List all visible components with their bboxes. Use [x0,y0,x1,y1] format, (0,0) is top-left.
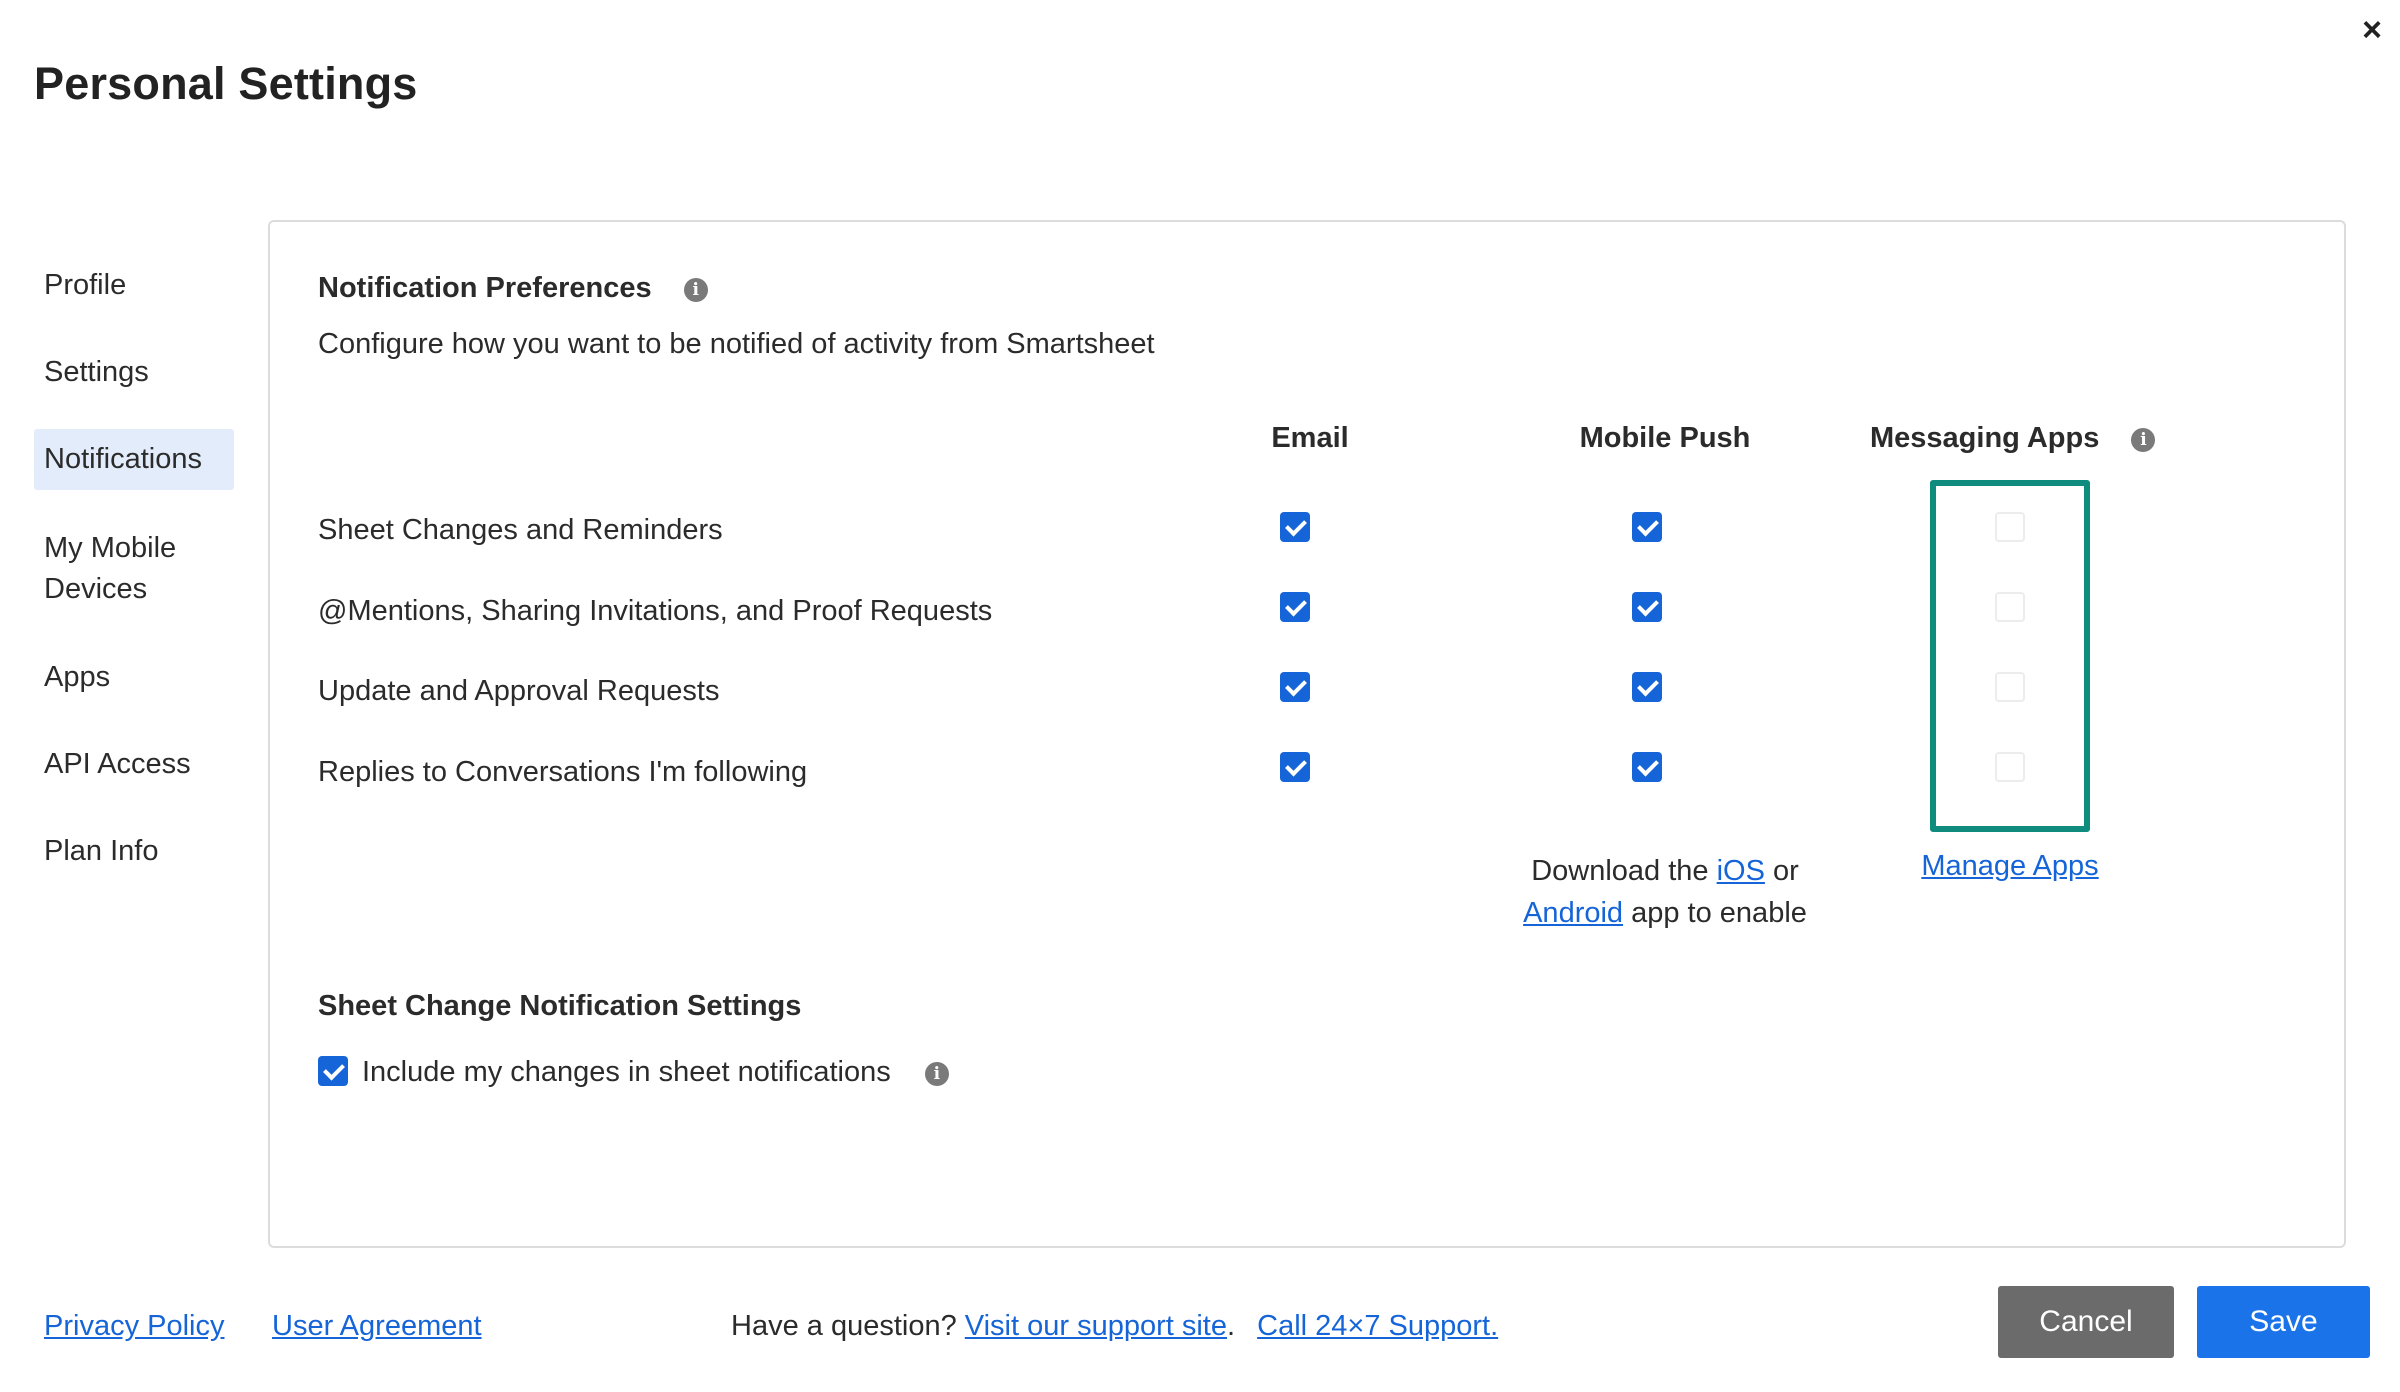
email-checkbox-replies[interactable] [1280,752,1310,782]
support-line: Have a question? Visit our support site.… [731,1310,1498,1343]
support-period: . [1227,1310,1236,1342]
messaging-checkbox-mentions[interactable] [1995,592,2025,622]
sidebar-item-apps[interactable]: Apps [34,647,234,708]
dialog-title: Personal Settings [34,58,418,109]
info-icon[interactable]: i [683,278,708,302]
messaging-checkbox-sheet-changes[interactable] [1995,512,2025,542]
push-checkbox-sheet-changes[interactable] [1632,512,1662,542]
close-icon[interactable]: × [2354,12,2390,48]
hint-suffix: app to enable [1623,897,1807,930]
push-checkbox-replies[interactable] [1632,752,1662,782]
call-support-link[interactable]: Call 24×7 Support. [1257,1310,1498,1342]
email-checkbox-sheet-changes[interactable] [1280,512,1310,542]
row-label-mentions: @Mentions, Sharing Invitations, and Proo… [318,595,993,627]
include-my-changes-label: Include my changes in sheet notification… [362,1056,891,1088]
notification-preferences-heading: Notification Preferences i [318,272,708,305]
ios-link[interactable]: iOS [1717,855,1765,887]
manage-apps-container: Manage Apps [1910,850,2110,883]
push-checkbox-update-approval[interactable] [1632,672,1662,702]
hint-middle: or [1764,855,1799,887]
sidebar-item-profile[interactable]: Profile [34,255,234,316]
include-changes-info-icon[interactable]: i [924,1062,949,1086]
sheet-change-settings-heading: Sheet Change Notification Settings [318,990,802,1022]
user-agreement-link[interactable]: User Agreement [272,1310,482,1343]
notification-description: Configure how you want to be notified of… [318,328,1155,360]
row-label-replies: Replies to Conversations I'm following [318,756,808,788]
privacy-policy-link[interactable]: Privacy Policy [44,1310,225,1343]
notification-preferences-title: Notification Preferences [318,272,652,304]
sidebar-item-plan-info[interactable]: Plan Info [34,821,234,882]
sidebar-item-api-access[interactable]: API Access [34,734,234,795]
row-label-sheet-changes: Sheet Changes and Reminders [318,514,723,546]
messaging-checkbox-update-approval[interactable] [1995,672,2025,702]
email-checkbox-mentions[interactable] [1280,592,1310,622]
question-text: Have a question? [731,1310,965,1342]
android-link[interactable]: Android [1523,897,1623,929]
cancel-button[interactable]: Cancel [1998,1286,2174,1358]
manage-apps-link[interactable]: Manage Apps [1921,850,2098,882]
save-button[interactable]: Save [2197,1286,2370,1358]
messaging-apps-label: Messaging Apps [1870,422,2100,454]
push-checkbox-mentions[interactable] [1632,592,1662,622]
column-header-messaging-apps: Messaging Apps i [1870,422,2270,455]
sidebar-item-my-mobile-devices[interactable]: My Mobile Devices [34,518,214,619]
include-my-changes-row: Include my changes in sheet notification… [362,1056,949,1089]
column-header-mobile-push: Mobile Push [1579,422,1751,454]
row-label-update-approval: Update and Approval Requests [318,675,720,707]
sidebar-item-notifications[interactable]: Notifications [34,429,234,490]
messaging-checkbox-replies[interactable] [1995,752,2025,782]
support-site-link[interactable]: Visit our support site [965,1310,1227,1342]
notifications-panel: Notification Preferences i Configure how… [268,220,2346,1248]
column-header-email: Email [1271,422,1349,454]
hint-prefix: Download the [1531,855,1717,887]
sidebar-item-settings[interactable]: Settings [34,342,234,403]
mobile-push-hint: Download the iOS or Android app to enabl… [1485,850,1845,934]
include-my-changes-checkbox[interactable] [318,1056,348,1086]
messaging-apps-info-icon[interactable]: i [2131,428,2156,452]
email-checkbox-update-approval[interactable] [1280,672,1310,702]
